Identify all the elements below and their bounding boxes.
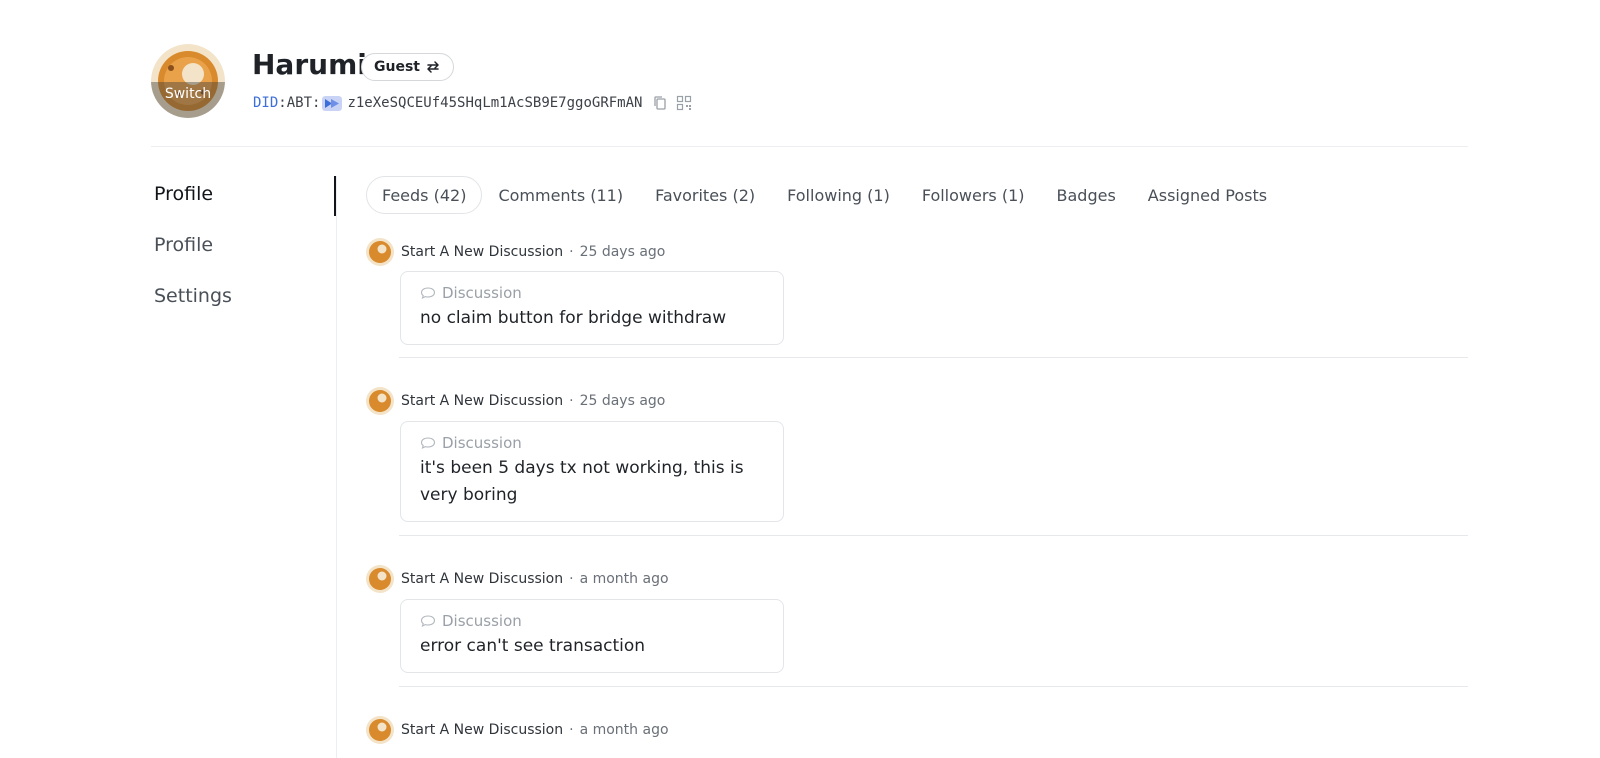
chat-bubble-icon (420, 437, 436, 450)
feed-divider (399, 535, 1468, 536)
did-prefix: DID (253, 95, 279, 111)
feed-time: 25 days ago (579, 244, 666, 260)
header-divider (151, 146, 1468, 147)
avatar[interactable]: Switch (151, 44, 225, 118)
separator-dot: · (569, 722, 574, 738)
separator-dot: · (569, 393, 574, 409)
donut-avatar-icon[interactable] (366, 716, 394, 744)
did-avatar-badge-icon (322, 95, 343, 111)
feed-action[interactable]: Start A New Discussion (401, 393, 563, 409)
donut-avatar-icon[interactable] (366, 238, 394, 266)
did-address: DID :ABT: z1eXeSQCEUf45SHqLm1AcSB9E7ggoG… (253, 95, 692, 111)
did-separator: :ABT: (278, 95, 321, 111)
swap-arrows-icon (427, 61, 439, 73)
tab-following[interactable]: Following (1) (771, 176, 906, 214)
donut-avatar-icon[interactable] (366, 387, 394, 415)
feed-divider (399, 357, 1468, 358)
discussion-card[interactable]: Discussion error can't see transaction (400, 599, 784, 673)
tab-comments[interactable]: Comments (11) (482, 176, 639, 214)
tab-favorites[interactable]: Favorites (2) (639, 176, 771, 214)
feed-time: 25 days ago (579, 393, 666, 409)
card-type: Discussion (420, 282, 764, 304)
card-title: it's been 5 days tx not working, this is… (420, 458, 744, 505)
feed-action[interactable]: Start A New Discussion (401, 244, 563, 260)
sidebar-item-settings[interactable]: Settings (154, 285, 232, 307)
card-title: error can't see transaction (420, 636, 646, 656)
tab-feeds[interactable]: Feeds (42) (366, 176, 483, 214)
card-type-label: Discussion (442, 434, 522, 452)
chat-bubble-icon (420, 615, 436, 628)
card-type-label: Discussion (442, 284, 522, 302)
qrcode-icon[interactable] (676, 95, 692, 111)
feed-divider (399, 686, 1468, 687)
card-title: no claim button for bridge withdraw (420, 308, 727, 328)
discussion-card[interactable]: Discussion it's been 5 days tx not worki… (400, 421, 784, 522)
copy-icon[interactable] (652, 95, 668, 111)
sidebar: Profile Profile Settings (151, 176, 336, 758)
card-type: Discussion (420, 610, 764, 632)
feed-item-header: Start A New Discussion · 25 days ago (366, 238, 665, 266)
tab-followers[interactable]: Followers (1) (906, 176, 1041, 214)
tab-badges[interactable]: Badges (1041, 176, 1132, 214)
separator-dot: · (569, 244, 574, 260)
profile-header: Switch Harumi Guest DID :ABT: z1eXeSQCEU… (151, 42, 1468, 147)
feed-item-header: Start A New Discussion · a month ago (366, 565, 669, 593)
card-type-label: Discussion (442, 612, 522, 630)
sidebar-item-profile-secondary[interactable]: Profile (154, 234, 213, 256)
profile-name: Harumi (252, 48, 367, 81)
feed-time: a month ago (579, 571, 669, 587)
sidebar-divider (336, 176, 337, 758)
card-type: Discussion (420, 432, 764, 454)
feed-action[interactable]: Start A New Discussion (401, 722, 563, 738)
discussion-card[interactable]: Discussion no claim button for bridge wi… (400, 271, 784, 345)
sidebar-item-profile[interactable]: Profile (154, 183, 213, 205)
tab-assigned-posts[interactable]: Assigned Posts (1132, 176, 1283, 214)
guest-label: Guest (374, 59, 420, 75)
donut-avatar-icon[interactable] (366, 565, 394, 593)
profile-tabs: Feeds (42) Comments (11) Favorites (2) F… (366, 176, 1283, 214)
feed-action[interactable]: Start A New Discussion (401, 571, 563, 587)
chat-bubble-icon (420, 287, 436, 300)
did-value: z1eXeSQCEUf45SHqLm1AcSB9E7ggoGRFmAN (347, 95, 643, 111)
feed-time: a month ago (579, 722, 669, 738)
feed-item-header: Start A New Discussion · 25 days ago (366, 387, 665, 415)
switch-avatar-label[interactable]: Switch (151, 82, 225, 118)
separator-dot: · (569, 571, 574, 587)
sidebar-active-indicator (334, 176, 336, 216)
feed-item-header: Start A New Discussion · a month ago (366, 716, 669, 744)
guest-role-button[interactable]: Guest (361, 53, 454, 81)
